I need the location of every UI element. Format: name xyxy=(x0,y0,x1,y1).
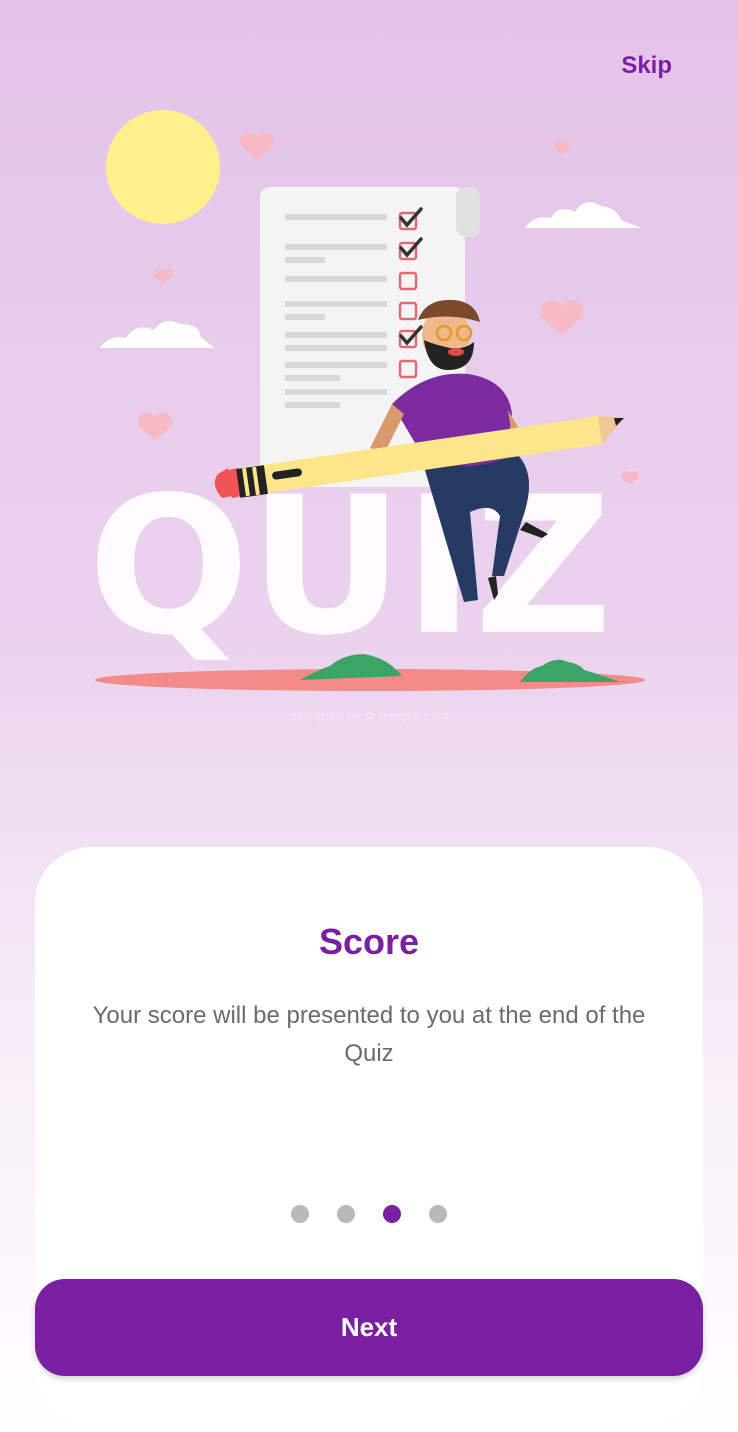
page-dot-2[interactable] xyxy=(337,1205,355,1223)
sun-icon xyxy=(106,110,220,224)
card-description: Your score will be presented to you at t… xyxy=(92,1002,646,1067)
quiz-illustration: QUIZ xyxy=(88,110,645,691)
page-dot-1[interactable] xyxy=(291,1205,309,1223)
next-button[interactable]: Next xyxy=(35,1279,703,1376)
card-title: Score xyxy=(318,921,420,962)
page-dot-3[interactable] xyxy=(383,1205,401,1223)
image-credit: designed by ✿ freepik.com xyxy=(288,708,450,723)
page-indicator xyxy=(35,1205,703,1223)
page-dot-4[interactable] xyxy=(429,1205,447,1223)
quiz-word: QUIZ xyxy=(88,456,612,677)
